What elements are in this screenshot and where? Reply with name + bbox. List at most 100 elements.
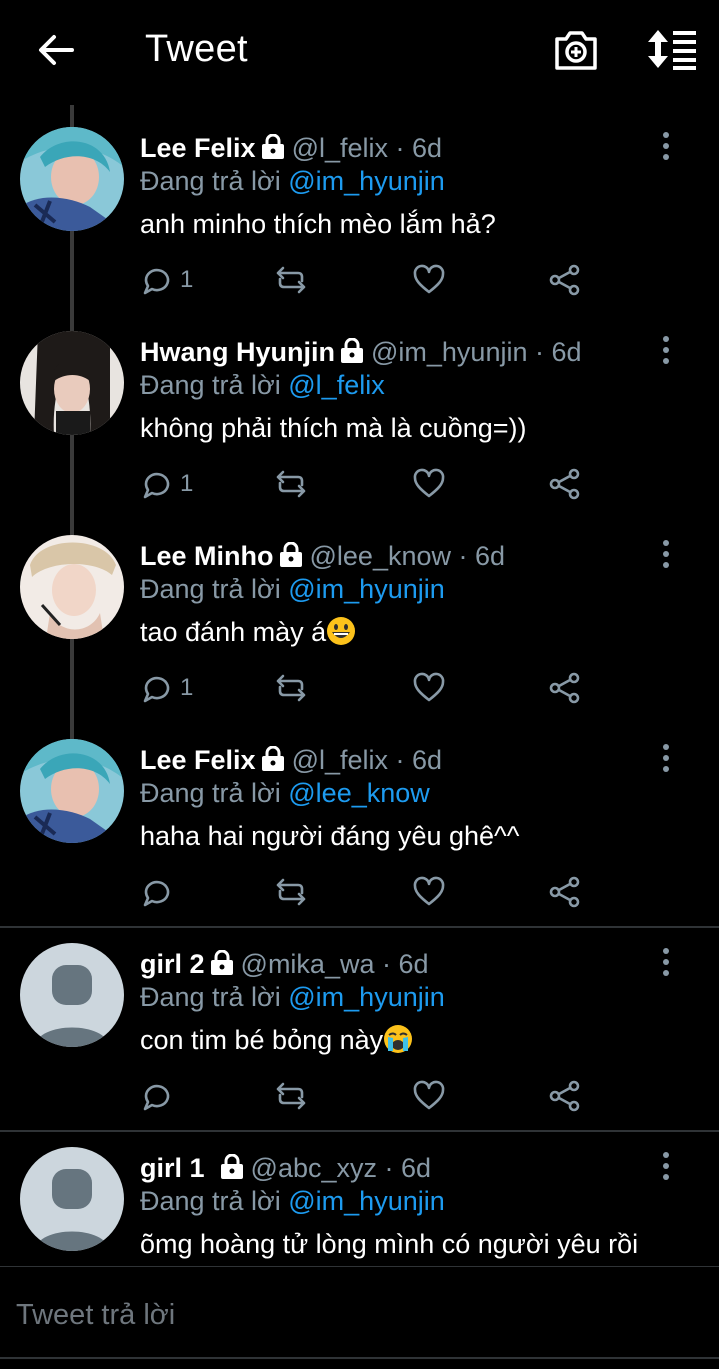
- retweet-button[interactable]: [274, 668, 308, 708]
- share-icon: [549, 264, 580, 296]
- tweet-header: Lee Felix @l_felix · 6d: [140, 743, 442, 777]
- avatar[interactable]: [20, 739, 124, 843]
- mention-link[interactable]: @im_hyunjin: [288, 574, 444, 604]
- share-button[interactable]: [548, 464, 582, 504]
- replying-to-label: Đang trả lời: [140, 778, 289, 808]
- lock-icon: [261, 746, 284, 771]
- more-options-icon[interactable]: [654, 946, 678, 980]
- mention-link[interactable]: @im_hyunjin: [288, 1186, 444, 1216]
- lock-icon: [279, 542, 302, 567]
- reply-icon: [143, 472, 170, 499]
- mention-link[interactable]: @l_felix: [288, 370, 384, 400]
- like-button[interactable]: [412, 668, 446, 708]
- replying-to-label: Đang trả lời: [140, 574, 289, 604]
- lock-icon: [261, 134, 284, 159]
- tweet-text-row: con tim bé bỏng này: [140, 1022, 413, 1058]
- crying-face-emoji-icon: [384, 1025, 413, 1053]
- mention-link[interactable]: @lee_know: [288, 778, 430, 808]
- back-arrow-icon[interactable]: [36, 30, 76, 70]
- tweet[interactable]: Lee Felix @l_felix · 6d Đang trả lời @im_…: [0, 100, 719, 304]
- retweet-button[interactable]: [274, 1076, 308, 1116]
- reply-icon: [143, 268, 170, 295]
- reply-count: 1: [180, 470, 194, 497]
- retweet-button[interactable]: [274, 872, 308, 912]
- tweet[interactable]: girl 1 @abc_xyz · 6d Đang trả lời @im_hyu…: [0, 1120, 719, 1266]
- user-handle[interactable]: @abc_xyz: [251, 1153, 377, 1183]
- replying-to: Đang trả lời @lee_know: [140, 776, 430, 810]
- user-handle[interactable]: @l_felix: [292, 745, 388, 775]
- display-name[interactable]: Hwang Hyunjin: [140, 337, 335, 367]
- retweet-icon: [276, 878, 306, 906]
- tweet[interactable]: Lee Minho @lee_know · 6d Đang trả lời @im…: [0, 508, 719, 712]
- user-handle[interactable]: @mika_wa: [241, 949, 375, 979]
- like-button[interactable]: [412, 1076, 446, 1116]
- display-name[interactable]: girl 1: [140, 1153, 205, 1183]
- heart-icon: [413, 264, 445, 294]
- share-button[interactable]: [548, 1076, 582, 1116]
- replying-to-label: Đang trả lời: [140, 1186, 289, 1216]
- separator: ·: [451, 541, 475, 571]
- tweet[interactable]: Lee Felix @l_felix · 6d Đang trả lời @lee…: [0, 712, 719, 916]
- tweet-text: anh minho thích mèo lắm hả?: [140, 209, 496, 239]
- share-button[interactable]: [548, 260, 582, 300]
- more-options-icon[interactable]: [654, 1150, 678, 1184]
- sort-icon[interactable]: [646, 28, 698, 70]
- reply-button[interactable]: 1: [140, 260, 193, 300]
- tweet-text-row: tao đánh mày á: [140, 614, 356, 650]
- display-name[interactable]: Lee Felix: [140, 133, 256, 163]
- tweet-actions: [140, 1076, 600, 1116]
- share-icon: [549, 468, 580, 500]
- more-options-icon[interactable]: [654, 130, 678, 164]
- timestamp: 6d: [412, 133, 443, 163]
- timestamp: 6d: [401, 1153, 432, 1183]
- replying-to-label: Đang trả lời: [140, 166, 289, 196]
- tweet-actions: 1: [140, 464, 600, 504]
- avatar[interactable]: [20, 943, 124, 1047]
- display-name[interactable]: girl 2: [140, 949, 205, 979]
- mention-link[interactable]: @im_hyunjin: [288, 982, 444, 1012]
- tweet[interactable]: girl 2 @mika_wa · 6d Đang trả lời @im_hyu…: [0, 916, 719, 1120]
- tweet-text: õmg hoàng tử lòng mình có người yêu rồi: [140, 1229, 639, 1259]
- heart-icon: [413, 876, 445, 906]
- reply-button[interactable]: 1: [140, 464, 193, 504]
- reply-input[interactable]: Tweet trả lời: [16, 1295, 696, 1335]
- tweet-actions: [140, 872, 600, 912]
- camera-add-icon[interactable]: [553, 28, 599, 72]
- retweet-button[interactable]: [274, 260, 308, 300]
- user-handle[interactable]: @lee_know: [310, 541, 452, 571]
- more-options-icon[interactable]: [654, 334, 678, 368]
- like-button[interactable]: [412, 872, 446, 912]
- like-button[interactable]: [412, 464, 446, 504]
- reply-button[interactable]: [140, 1076, 180, 1116]
- display-name[interactable]: Lee Minho: [140, 541, 274, 571]
- retweet-button[interactable]: [274, 464, 308, 504]
- mention-link[interactable]: @im_hyunjin: [288, 166, 444, 196]
- more-options-icon[interactable]: [654, 742, 678, 776]
- page-title: Tweet: [145, 28, 248, 70]
- display-name[interactable]: Lee Felix: [140, 745, 256, 775]
- tweet-header: girl 2 @mika_wa · 6d: [140, 947, 429, 981]
- avatar[interactable]: [20, 127, 124, 231]
- share-icon: [549, 672, 580, 704]
- reply-composer: Tweet trả lời: [0, 1266, 719, 1369]
- avatar[interactable]: [20, 1147, 124, 1251]
- user-handle[interactable]: @l_felix: [292, 133, 388, 163]
- user-handle[interactable]: @im_hyunjin: [371, 337, 527, 367]
- tweet[interactable]: Hwang Hyunjin @im_hyunjin · 6d Đang trả l…: [0, 304, 719, 508]
- reply-button[interactable]: 1: [140, 668, 193, 708]
- avatar[interactable]: [20, 535, 124, 639]
- more-options-icon[interactable]: [654, 538, 678, 572]
- reply-icon: [143, 676, 170, 703]
- like-button[interactable]: [412, 260, 446, 300]
- retweet-icon: [276, 1082, 306, 1110]
- share-icon: [549, 1080, 580, 1112]
- avatar[interactable]: [20, 331, 124, 435]
- reply-button[interactable]: [140, 872, 180, 912]
- retweet-icon: [276, 266, 306, 294]
- tweet-header: Hwang Hyunjin @im_hyunjin · 6d: [140, 335, 582, 369]
- share-button[interactable]: [548, 668, 582, 708]
- tweet-header: Lee Minho @lee_know · 6d: [140, 539, 505, 573]
- separator: ·: [527, 337, 552, 367]
- replying-to: Đang trả lời @im_hyunjin: [140, 572, 445, 606]
- share-button[interactable]: [548, 872, 582, 912]
